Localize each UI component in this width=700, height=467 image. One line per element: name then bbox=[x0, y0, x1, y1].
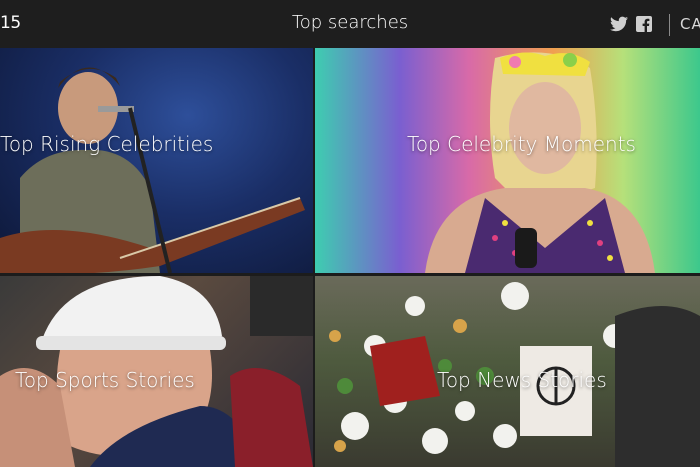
tile-label: Top Sports Stories bbox=[15, 368, 195, 392]
musician-photo bbox=[0, 67, 305, 273]
tile-label: Top News Stories bbox=[437, 368, 607, 392]
top-bar: 15 Top searches CA bbox=[0, 0, 700, 48]
tile-top-rising-celebrities[interactable]: Top Rising Celebrities bbox=[0, 48, 313, 273]
tile-label: Top Celebrity Moments bbox=[407, 132, 636, 156]
tile-top-sports-stories[interactable]: Top Sports Stories bbox=[0, 276, 313, 467]
twitter-icon[interactable] bbox=[610, 14, 628, 34]
tile-label: Top Rising Celebrities bbox=[0, 132, 214, 156]
tile-grid: Top Rising Celebrities Top Celebrity Mom… bbox=[0, 48, 700, 467]
category-menu[interactable]: CA bbox=[680, 15, 700, 33]
performer-photo bbox=[425, 52, 655, 273]
facebook-icon[interactable] bbox=[636, 14, 652, 34]
header-divider bbox=[669, 14, 670, 36]
page-title: Top searches bbox=[291, 12, 409, 33]
tile-top-celebrity-moments[interactable]: Top Celebrity Moments bbox=[315, 48, 700, 273]
tile-top-news-stories[interactable]: Top News Stories bbox=[315, 276, 700, 467]
